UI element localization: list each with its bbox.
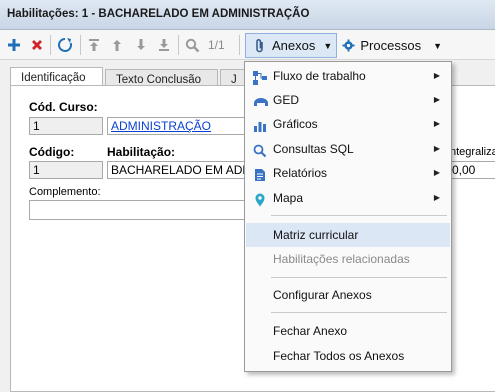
menu-item-consultas-sql[interactable]: Consultas SQL ▶	[246, 137, 450, 161]
menu-item-fechar-todos-anexos[interactable]: Fechar Todos os Anexos	[246, 344, 450, 368]
add-icon[interactable]	[5, 35, 23, 55]
complemento-field[interactable]	[29, 200, 259, 220]
anexos-button[interactable]: Anexos ▼	[245, 33, 337, 58]
delete-icon[interactable]	[28, 35, 46, 55]
menu-item-label: Fechar Anexo	[273, 324, 348, 338]
next-icon[interactable]	[133, 35, 149, 55]
chevron-down-icon: ▼	[433, 40, 442, 51]
record-counter: 1/1	[208, 38, 225, 52]
menu-item-label: Consultas SQL	[273, 142, 354, 156]
menu-item-label: Configurar Anexos	[273, 288, 372, 302]
window-titlebar: Habilitações: 1 - BACHARELADO EM ADMINIS…	[0, 0, 495, 30]
search-icon	[253, 142, 267, 158]
processos-label: Processos	[360, 38, 422, 53]
search-icon[interactable]	[183, 35, 201, 55]
menu-item-ged[interactable]: GED ▶	[246, 88, 450, 112]
integralizacao-field[interactable]: 0,00	[448, 161, 495, 179]
toolbar: 1/1 Anexos ▼ Processos ▼	[0, 30, 495, 60]
menu-separator	[271, 312, 447, 313]
submenu-arrow-icon: ▶	[433, 144, 440, 153]
menu-separator	[271, 215, 447, 216]
menu-item-configurar-anexos[interactable]: Configurar Anexos	[246, 283, 450, 307]
menu-item-mapa[interactable]: Mapa ▶	[246, 186, 450, 210]
codigo-label: Código:	[29, 145, 75, 159]
menu-item-label: Mapa	[273, 191, 304, 205]
first-icon[interactable]	[86, 35, 102, 55]
map-pin-icon	[253, 191, 267, 207]
menu-separator	[271, 277, 447, 278]
menu-item-habilitacoes-relacionadas[interactable]: Habilitações relacionadas	[246, 247, 450, 271]
ged-icon	[253, 93, 268, 107]
window-title: Habilitações: 1 - BACHARELADO EM ADMINIS…	[7, 8, 310, 20]
menu-item-label: Gráficos	[273, 117, 318, 131]
gear-icon	[342, 38, 355, 53]
submenu-arrow-icon: ▶	[433, 119, 440, 128]
previous-icon[interactable]	[109, 35, 125, 55]
processos-button[interactable]: Processos ▼	[342, 33, 442, 58]
menu-item-matriz-curricular[interactable]: Matriz curricular	[246, 223, 450, 247]
menu-item-relatorios[interactable]: Relatórios ▶	[246, 161, 450, 185]
menu-item-label: Matriz curricular	[273, 228, 359, 242]
menu-item-label: Relatórios	[273, 166, 328, 180]
integralizacao-label: ntegraliza	[450, 146, 495, 158]
submenu-arrow-icon: ▶	[433, 71, 440, 80]
habilitacao-field[interactable]: BACHARELADO EM ADMINISTRAÇÃO	[107, 161, 267, 179]
refresh-icon[interactable]	[55, 35, 75, 55]
cod-curso-label: Cód. Curso:	[29, 100, 98, 114]
chevron-down-icon: ▼	[323, 40, 333, 51]
clip-icon	[254, 38, 268, 54]
anexos-label: Anexos	[272, 38, 316, 53]
curso-name-link[interactable]: ADMINISTRAÇÃO	[107, 117, 267, 135]
submenu-arrow-icon: ▶	[433, 95, 440, 104]
last-icon[interactable]	[156, 35, 172, 55]
report-icon	[253, 166, 267, 181]
menu-item-label: GED	[273, 93, 300, 107]
submenu-arrow-icon: ▶	[433, 193, 440, 202]
habilitacao-label: Habilitação:	[107, 145, 176, 159]
menu-item-fechar-anexo[interactable]: Fechar Anexo	[246, 319, 450, 343]
submenu-arrow-icon: ▶	[433, 168, 440, 177]
menu-item-fluxo-de-trabalho[interactable]: Fluxo de trabalho ▶	[246, 64, 450, 88]
chart-icon	[253, 117, 267, 132]
menu-item-label: Fechar Todos os Anexos	[273, 349, 405, 363]
anexos-dropdown-menu: Fluxo de trabalho ▶ GED ▶ Gráficos ▶ Con…	[244, 61, 452, 372]
workflow-icon	[253, 69, 267, 85]
menu-item-label: Habilitações relacionadas	[273, 252, 410, 266]
menu-item-label: Fluxo de trabalho	[273, 69, 366, 83]
menu-item-graficos[interactable]: Gráficos ▶	[246, 112, 450, 136]
codigo-field[interactable]: 1	[29, 161, 103, 179]
complemento-label: Complemento:	[29, 186, 101, 198]
cod-curso-field[interactable]: 1	[29, 117, 103, 135]
